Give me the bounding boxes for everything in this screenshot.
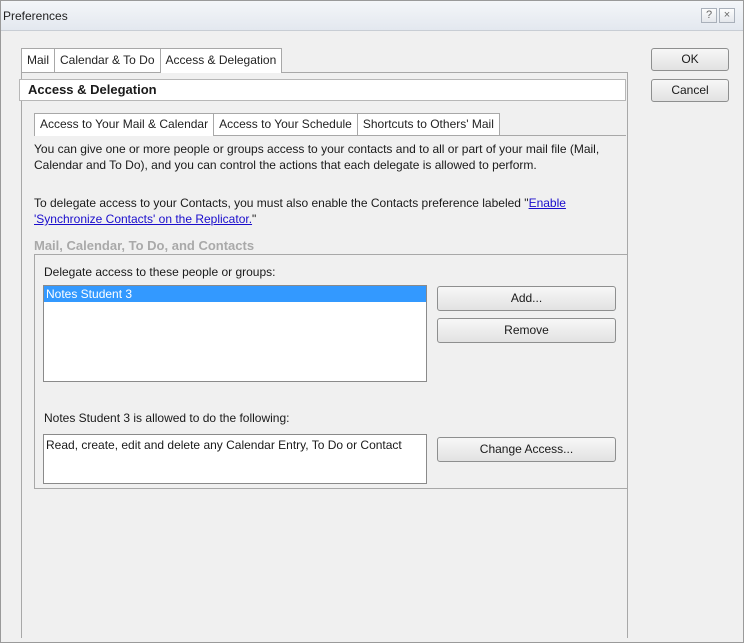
title-bar: Preferences ? ×: [1, 1, 743, 31]
window-title: Preferences: [3, 9, 68, 23]
main-tab-bar: Mail Calendar & To Do Access & Delegatio…: [21, 48, 283, 73]
contacts-note: To delegate access to your Contacts, you…: [34, 195, 624, 227]
subtab-mail-calendar-access[interactable]: Access to Your Mail & Calendar: [34, 113, 215, 136]
contacts-note-suffix: ": [252, 212, 257, 226]
allowed-actions-label: Notes Student 3 is allowed to do the fol…: [44, 411, 290, 425]
tab-mail[interactable]: Mail: [21, 48, 56, 72]
list-item[interactable]: Notes Student 3: [44, 286, 426, 302]
remove-button[interactable]: Remove: [437, 318, 616, 343]
contacts-note-prefix: To delegate access to your Contacts, you…: [34, 196, 529, 210]
cancel-button[interactable]: Cancel: [651, 79, 729, 102]
section-title: Access & Delegation: [19, 79, 626, 101]
sub-tab-bar: Access to Your Mail & Calendar Access to…: [34, 113, 500, 136]
add-button[interactable]: Add...: [437, 286, 616, 311]
allowed-actions-field[interactable]: Read, create, edit and delete any Calend…: [43, 434, 427, 484]
delegate-list[interactable]: Notes Student 3: [43, 285, 427, 382]
tab-calendar-todo[interactable]: Calendar & To Do: [54, 48, 161, 72]
close-button[interactable]: ×: [719, 8, 735, 23]
subtab-shortcuts-others-mail[interactable]: Shortcuts to Others' Mail: [356, 113, 500, 135]
intro-text: You can give one or more people or group…: [34, 142, 600, 172]
tab-access-delegation[interactable]: Access & Delegation: [159, 48, 283, 73]
preferences-window: Preferences ? × Mail Calendar & To Do Ac…: [0, 0, 744, 643]
ok-button[interactable]: OK: [651, 48, 729, 71]
subtab-schedule-access[interactable]: Access to Your Schedule: [213, 113, 358, 135]
help-button[interactable]: ?: [701, 8, 717, 23]
delegate-list-label: Delegate access to these people or group…: [44, 265, 276, 279]
change-access-button[interactable]: Change Access...: [437, 437, 616, 462]
group-title: Mail, Calendar, To Do, and Contacts: [34, 238, 255, 253]
